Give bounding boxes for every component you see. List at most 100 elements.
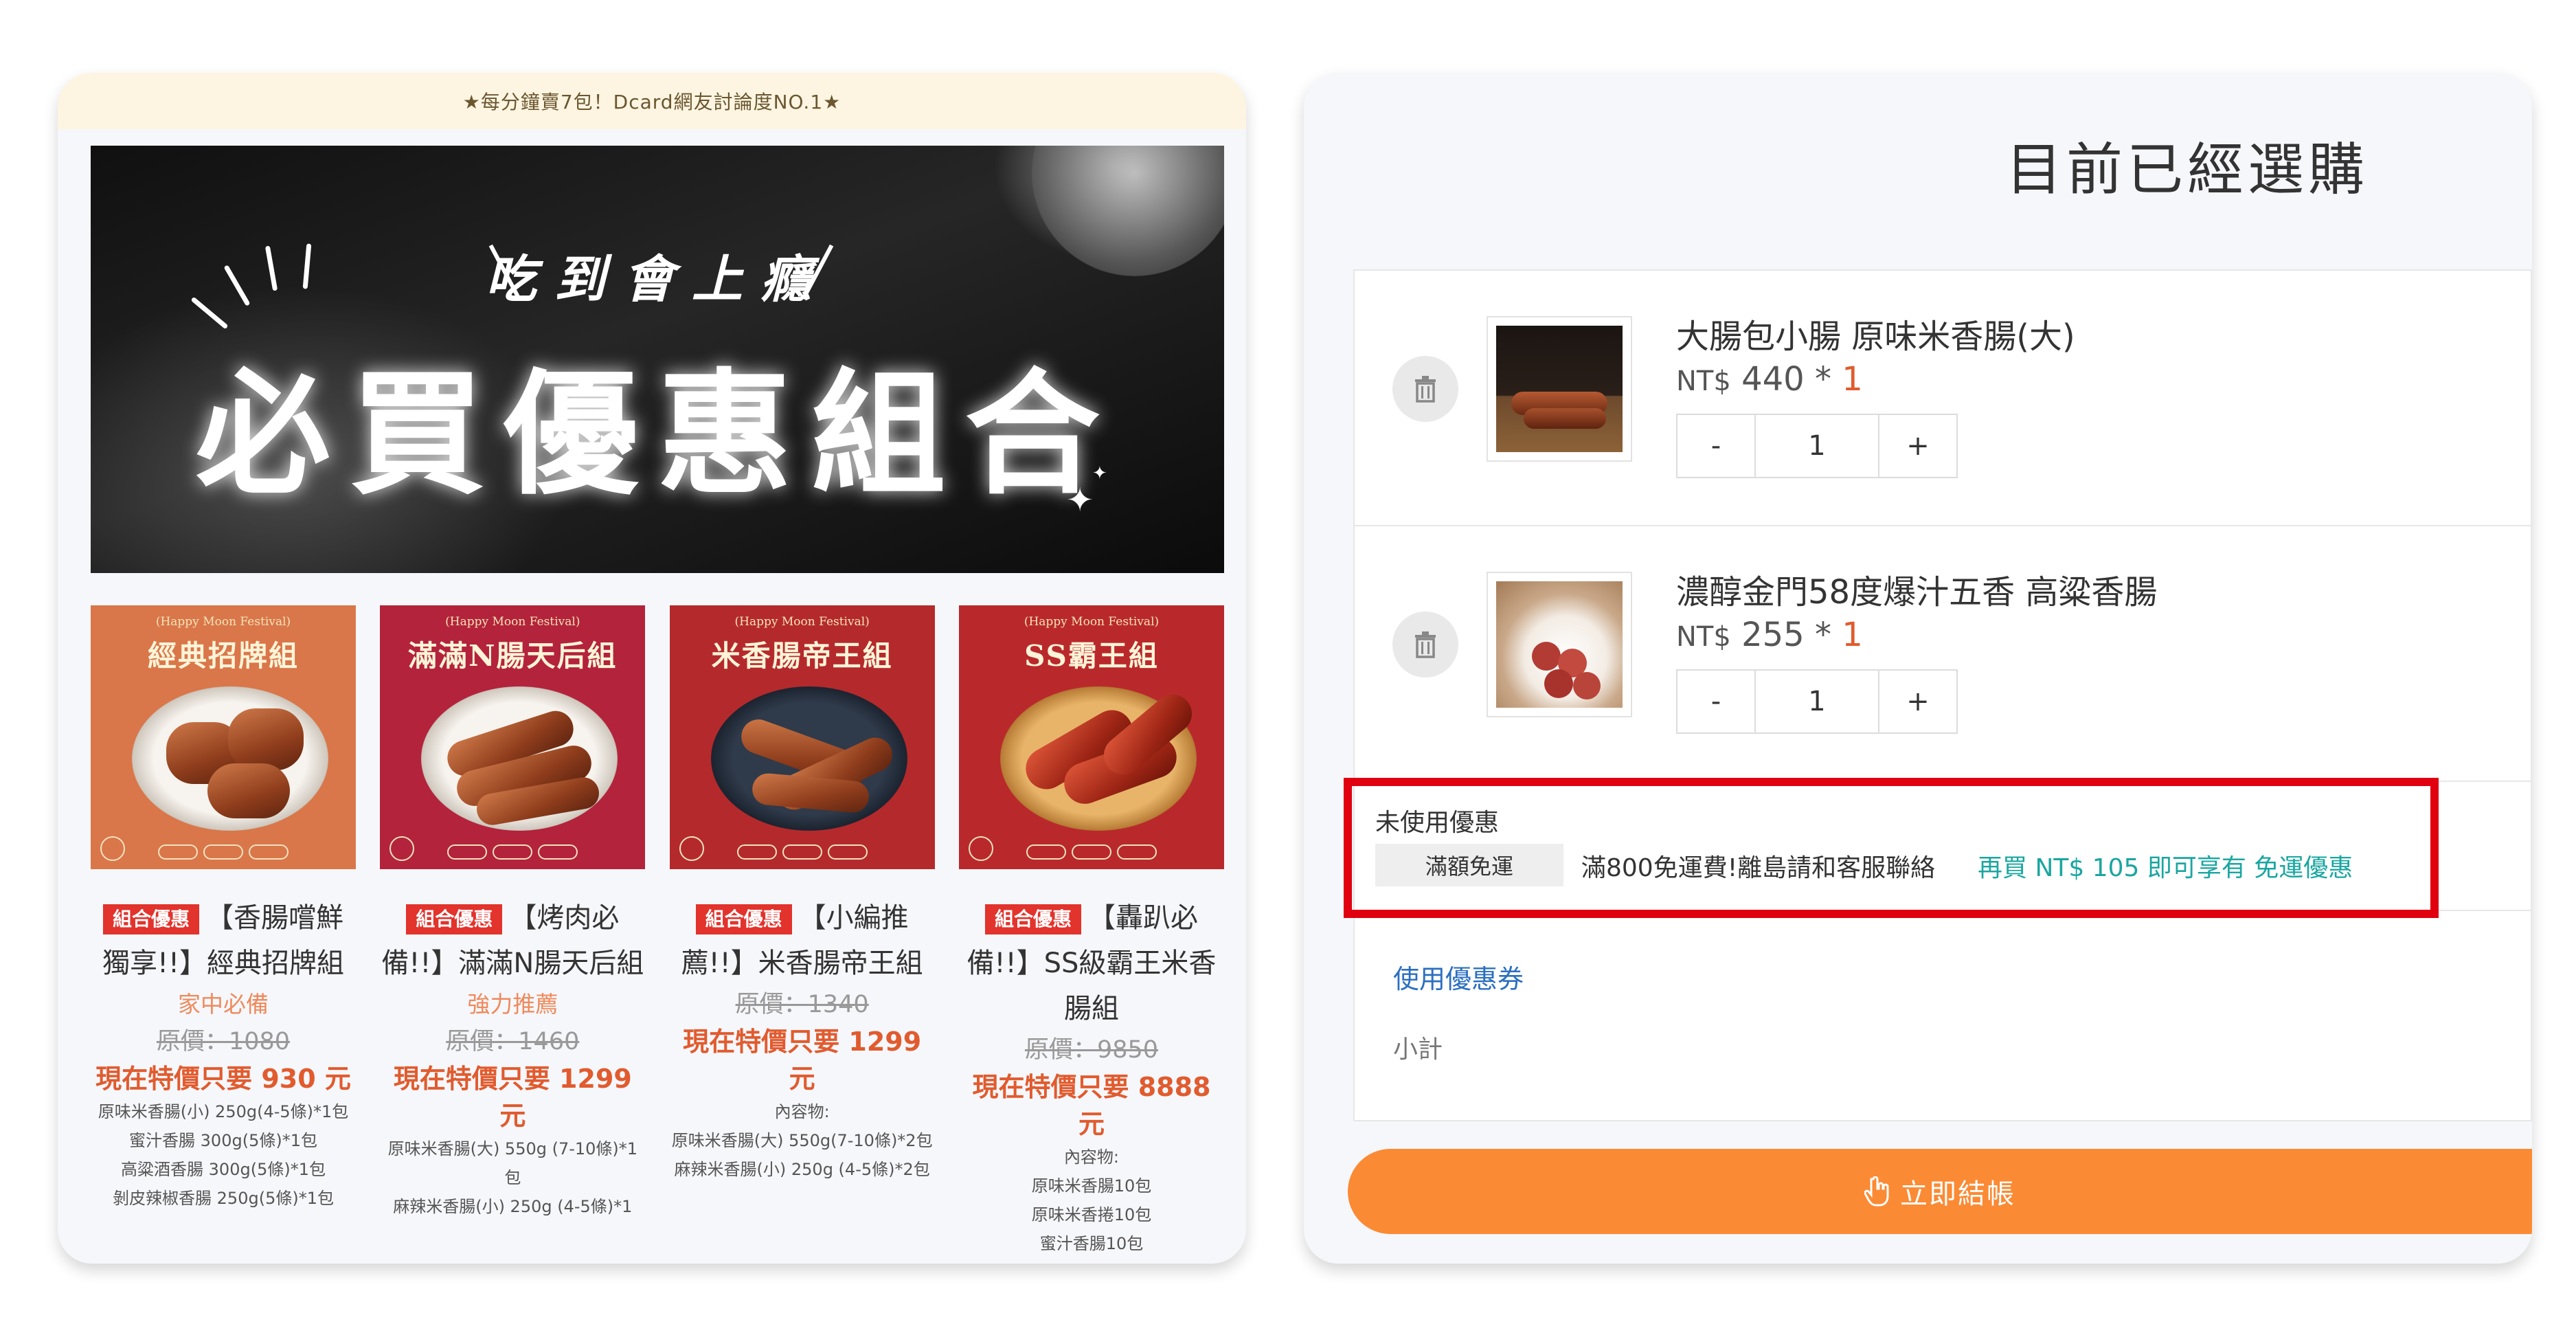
quantity-input[interactable]: 1	[1754, 415, 1879, 477]
image-tags	[394, 844, 631, 860]
content-line: 高粱酒香腸 300g(5條)*1包	[121, 1160, 326, 1179]
subtotal-label: 小計	[1393, 1035, 1443, 1064]
promo-banner[interactable]: 吃到會上癮 必買優惠組合 ✦ ✦	[91, 146, 1224, 573]
product-card[interactable]: (Happy Moon Festival) 米香腸帝王組 組合優惠 【小編推薦!!…	[669, 605, 935, 1258]
content-line: 麻辣米香腸(小) 250g (4-5條)*2包	[674, 1160, 930, 1179]
cart-panel: 目前已經選購 大腸包小腸 原味米香腸(大) NT$ 440 * 1 - 1 + …	[1304, 73, 2532, 1264]
product-image[interactable]: (Happy Moon Festival) SS霸王組	[958, 605, 1224, 869]
product-card[interactable]: (Happy Moon Festival) 經典招牌組 組合優惠 【香腸嚐鮮獨享!…	[91, 605, 356, 1258]
image-title: 經典招牌組	[147, 639, 299, 673]
food-graphic	[1532, 642, 1561, 671]
item-price: NT$ 255 * 1	[1676, 616, 1863, 654]
original-price: 原價：1080	[156, 1028, 291, 1055]
highlight-annotation-box	[1344, 778, 2439, 918]
product-tagline: 強力推薦	[467, 991, 558, 1018]
product-title[interactable]: 組合優惠 【烤肉必備!!】滿滿N腸天后組	[380, 895, 645, 986]
content-line: 原味米香腸10包	[1031, 1176, 1152, 1196]
pointer-hand-icon	[1864, 1176, 1889, 1207]
quantity-stepper: - 1 +	[1676, 669, 1958, 734]
trash-icon	[1415, 631, 1436, 658]
combo-badge: 組合優惠	[102, 904, 199, 934]
image-tags	[683, 844, 921, 860]
price-value: 255	[1741, 616, 1805, 654]
item-thumbnail[interactable]	[1487, 572, 1632, 717]
promo-product-panel: ★每分鐘賣7包！Dcard網友討論度NO.1★ 吃到會上癮 必買優惠組合 ✦ ✦…	[58, 73, 1246, 1264]
delete-item-button[interactable]	[1392, 612, 1458, 677]
image-tags	[104, 844, 342, 860]
banner-subtitle: 吃到會上癮	[486, 250, 829, 309]
times-sign: *	[1814, 360, 1831, 399]
price-value: 440	[1741, 360, 1805, 399]
cart-item: 濃醇金門58度爆汁五香 高粱香腸 NT$ 255 * 1 - 1 +	[1355, 526, 2532, 782]
product-card[interactable]: (Happy Moon Festival) SS霸王組 組合優惠 【轟趴必備!!】…	[958, 605, 1224, 1258]
sale-price: 現在特價只要 1299 元	[393, 1064, 632, 1131]
original-price: 原價：1460	[446, 1028, 580, 1055]
content-line: 內容物:	[774, 1102, 830, 1121]
festival-label: (Happy Moon Festival)	[445, 615, 580, 629]
content-line: 原味米香捲10包	[1031, 1205, 1152, 1224]
image-title: 滿滿N腸天后組	[408, 639, 618, 673]
sparkle-icon: ✦	[1066, 481, 1094, 519]
content-line: 蜜汁香腸 300g(5條)*1包	[129, 1131, 317, 1150]
banner-title: 必買優惠組合	[195, 355, 1119, 513]
combo-badge: 組合優惠	[695, 904, 792, 934]
times-sign: *	[1814, 616, 1831, 654]
content-line: 麻辣米香腸(小) 250g (4-5條)*1	[393, 1197, 633, 1216]
product-image[interactable]: (Happy Moon Festival) 經典招牌組	[91, 605, 356, 869]
sparkle-icon: ✦	[1092, 463, 1107, 484]
product-image[interactable]: (Happy Moon Festival) 滿滿N腸天后組	[380, 605, 646, 869]
image-title: SS霸王組	[1024, 639, 1159, 673]
decrease-button[interactable]: -	[1677, 671, 1754, 732]
product-tagline: 家中必備	[178, 991, 269, 1018]
food-graphic	[1544, 669, 1573, 698]
currency-label: NT$	[1676, 366, 1731, 397]
festival-label: (Happy Moon Festival)	[155, 615, 291, 629]
combo-badge: 組合優惠	[984, 904, 1081, 934]
image-title: 米香腸帝王組	[711, 639, 893, 673]
sale-price: 現在特價只要 8888 元	[972, 1072, 1211, 1139]
item-thumbnail[interactable]	[1487, 316, 1632, 462]
thumbnail-image	[1496, 326, 1623, 452]
product-title[interactable]: 組合優惠 【小編推薦!!】米香腸帝王組	[670, 895, 935, 986]
item-name[interactable]: 大腸包小腸 原味米香腸(大)	[1676, 309, 2075, 357]
item-price: NT$ 440 * 1	[1676, 360, 1863, 399]
delete-item-button[interactable]	[1392, 356, 1458, 422]
product-card[interactable]: (Happy Moon Festival) 滿滿N腸天后組 組合優惠 【烤肉必備!…	[380, 605, 646, 1258]
thumbnail-image	[1496, 581, 1623, 708]
content-line: 剝皮辣椒香腸 250g(5條)*1包	[113, 1189, 334, 1208]
announcement-bar: ★每分鐘賣7包！Dcard網友討論度NO.1★	[58, 73, 1246, 129]
decrease-button[interactable]: -	[1677, 415, 1754, 477]
product-image[interactable]: (Happy Moon Festival) 米香腸帝王組	[669, 605, 935, 869]
content-line: 原味米香腸(大) 550g(7-10條)*2包	[671, 1131, 933, 1150]
original-price: 原價：9850	[1024, 1036, 1159, 1064]
cart-title: 目前已經選購	[2006, 137, 2369, 203]
festival-label: (Happy Moon Festival)	[734, 615, 870, 629]
festival-label: (Happy Moon Festival)	[1024, 615, 1160, 629]
cart-item: 大腸包小腸 原味米香腸(大) NT$ 440 * 1 - 1 +	[1355, 271, 2532, 526]
use-coupon-link[interactable]: 使用優惠券	[1393, 958, 1524, 996]
quantity-value: 1	[1842, 616, 1863, 654]
content-line: 蜜汁香腸10包	[1039, 1234, 1144, 1253]
food-graphic	[1573, 672, 1601, 699]
product-title[interactable]: 組合優惠 【香腸嚐鮮獨享!!】經典招牌組	[91, 895, 356, 986]
content-line: 原味米香腸(小) 250g(4-5條)*1包	[98, 1102, 349, 1121]
increase-button[interactable]: +	[1879, 415, 1956, 477]
product-title[interactable]: 組合優惠 【轟趴必備!!】SS級霸王米香腸組	[959, 895, 1224, 1031]
quantity-stepper: - 1 +	[1676, 414, 1958, 478]
food-graphic	[207, 763, 290, 818]
currency-label: NT$	[1676, 621, 1731, 653]
quantity-input[interactable]: 1	[1754, 671, 1879, 732]
checkout-button[interactable]: 立即結帳	[1348, 1149, 2532, 1234]
content-line: 原味米香腸(大) 550g (7-10條)*1包	[387, 1139, 638, 1187]
content-line: 內容物:	[1063, 1147, 1120, 1167]
increase-button[interactable]: +	[1879, 671, 1956, 732]
combo-badge: 組合優惠	[406, 904, 503, 934]
food-graphic	[228, 708, 304, 770]
cart-card: 大腸包小腸 原味米香腸(大) NT$ 440 * 1 - 1 + 濃醇金門58度…	[1353, 269, 2532, 1121]
food-graphic	[1524, 408, 1606, 429]
trash-icon	[1415, 376, 1436, 403]
checkout-label: 立即結帳	[1900, 1178, 2015, 1210]
item-name[interactable]: 濃醇金門58度爆汁五香 高粱香腸	[1676, 565, 2157, 613]
product-grid: (Happy Moon Festival) 經典招牌組 組合優惠 【香腸嚐鮮獨享!…	[91, 605, 1224, 1258]
image-tags	[973, 844, 1210, 860]
